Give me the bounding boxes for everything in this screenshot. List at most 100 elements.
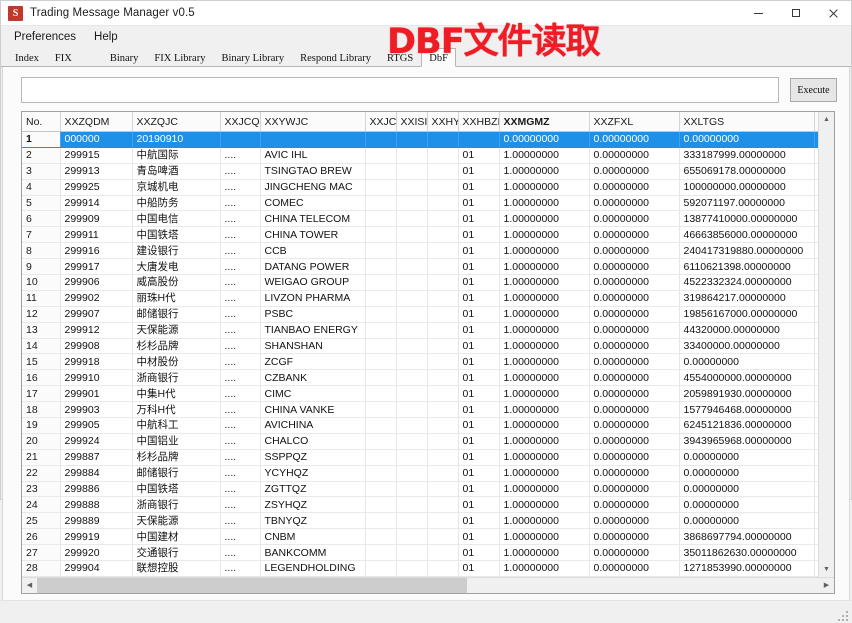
table-row[interactable]: 23 299886 中国铁塔.... ZGTTQZ 01 1.00000000 0.0000… xyxy=(22,481,818,498)
cell-xxzqdm: 299887 xyxy=(60,449,133,466)
table-row[interactable]: 28 299904 联想控股.... LEGENDHOLDING 01 1.0000000… xyxy=(22,560,818,577)
table-row[interactable]: 25 299889 天保能源.... TBNYQZ 01 1.00000000 0.0000… xyxy=(22,512,818,530)
column-header-xxzqjc[interactable]: XXZQJC xyxy=(132,112,221,132)
cell-xxzqdm: 299916 xyxy=(60,242,133,260)
menu-item-preferences[interactable]: Preferences xyxy=(5,29,85,45)
close-button[interactable] xyxy=(814,1,851,25)
cell-xxsnlr: 0.00000000 xyxy=(814,210,818,228)
column-header-xxmgmz[interactable]: XXMGMZ xyxy=(499,112,590,132)
cell-xxzfxl: 0.00000000 xyxy=(589,481,680,498)
scroll-right-arrow-icon[interactable]: ▶ xyxy=(819,578,834,593)
window-controls xyxy=(740,1,851,25)
maximize-button[interactable] xyxy=(777,1,814,25)
cell-xxltgs: 0.00000000 xyxy=(679,465,815,482)
cell-xxsnlr: 0.00000000 xyxy=(814,496,818,514)
table-row[interactable]: 16 299910 浙商银行.... CZBANK 01 1.00000000 0.0000… xyxy=(22,369,818,387)
vertical-scrollbar[interactable]: ▲ ▼ xyxy=(818,112,834,577)
cell-xxltgs: 100000000.00000000 xyxy=(679,179,815,196)
table-row[interactable]: 19 299905 中航科工.... AVICHINA 01 1.00000000 0.00… xyxy=(22,417,818,434)
table-row[interactable]: 14 299908 杉杉品牌.... SHANSHAN 01 1.00000000 0.00… xyxy=(22,338,818,355)
cell-xxzqjc: 中国建材 xyxy=(132,528,221,546)
cell-xxjcq: .... xyxy=(220,465,261,482)
horizontal-scroll-thumb[interactable] xyxy=(37,577,468,593)
cell-no: 4 xyxy=(22,179,61,196)
tab-binary-library[interactable]: Binary Library xyxy=(213,49,292,66)
table-row[interactable]: 4 299925 京城机电.... JINGCHENG MAC 01 1.00000000… xyxy=(22,179,818,196)
table-row[interactable]: 8 299916 建设银行.... CCB 01 1.00000000 0.00000000… xyxy=(22,242,818,260)
column-header-xxhbzi[interactable]: XXHBZI xyxy=(458,112,500,132)
table-row[interactable]: 7 299911 中国铁塔.... CHINA TOWER 01 1.00000000 0.… xyxy=(22,226,818,244)
tab-respond-library[interactable]: Respond Library xyxy=(292,49,379,66)
column-header-xxjc[interactable]: XXJC xyxy=(365,112,397,132)
cell-xxmgmz: 1.00000000 xyxy=(499,274,590,291)
cell-xxhbzi: 01 xyxy=(458,290,500,307)
resize-grip-icon[interactable] xyxy=(837,610,849,622)
cell-xxisi xyxy=(396,179,428,196)
table-row[interactable]: 22 299884 邮储银行.... YCYHQZ 01 1.00000000 0.0000… xyxy=(22,465,818,482)
scroll-left-arrow-icon[interactable]: ◀ xyxy=(22,578,37,593)
command-input[interactable] xyxy=(21,77,779,103)
table-row[interactable]: 9 299917 大唐发电.... DATANG POWER 01 1.00000000 0… xyxy=(22,258,818,276)
table-row[interactable]: 20 299924 中国铝业.... CHALCO 01 1.00000000 0.0000… xyxy=(22,433,818,450)
execute-button[interactable]: Execute xyxy=(790,78,837,102)
table-row[interactable]: 17 299901 中集H代.... CIMC 01 1.00000000 0.000000… xyxy=(22,385,818,403)
table-row[interactable]: 6 299909 中国电信.... CHINA TELECOM 01 1.00000000… xyxy=(22,210,818,228)
cell-xxisi xyxy=(396,163,428,180)
cell-xxhbzi: 01 xyxy=(458,385,500,403)
dbf-data-grid: No. XXZQDM XXZQJC XXJCQ XXYWJC XXJC XXISI XXHY X… xyxy=(21,111,835,594)
tab-index[interactable]: Index xyxy=(7,49,47,66)
cell-xxzfxl: 0.00000000 xyxy=(589,369,680,387)
cell-xxltgs: 0.00000000 xyxy=(679,512,815,530)
table-row[interactable]: 10 299906 威高股份.... WEIGAO GROUP 01 1.00000000… xyxy=(22,274,818,291)
cell-xxhy xyxy=(427,433,459,450)
table-row[interactable]: 15 299918 中材股份.... ZCGF 01 1.00000000 0.000000… xyxy=(22,353,818,371)
column-header-xxzqdm[interactable]: XXZQDM xyxy=(60,112,133,132)
table-row[interactable]: 12 299907 邮储银行.... PSBC 01 1.00000000 0.000000… xyxy=(22,306,818,323)
tab-fix[interactable]: FIX xyxy=(47,49,80,66)
column-header-xxltgs[interactable]: XXLTGS xyxy=(679,112,815,132)
table-row[interactable]: 3 299913 青岛啤酒.... TSINGTAO BREW 01 1.00000000… xyxy=(22,163,818,180)
table-row[interactable]: 27 299920 交通银行.... BANKCOMM 01 1.00000000 0.00… xyxy=(22,544,818,562)
cell-xxmgmz: 1.00000000 xyxy=(499,226,590,244)
tab-fix-library[interactable]: FIX Library xyxy=(146,49,213,66)
scroll-down-arrow-icon[interactable]: ▼ xyxy=(819,562,834,577)
column-header-xxisi[interactable]: XXISI xyxy=(396,112,428,132)
cell-xxhy xyxy=(427,449,459,466)
cell-xxsnlr: 0.00000000 xyxy=(814,528,818,546)
column-header-no[interactable]: No. xyxy=(22,112,61,132)
cell-xxhbzi: 01 xyxy=(458,417,500,434)
cell-no: 9 xyxy=(22,258,61,276)
tab-binary[interactable]: Binary xyxy=(102,49,147,66)
horizontal-scroll-track[interactable] xyxy=(37,577,819,593)
table-row[interactable]: 18 299903 万科H代.... CHINA VANKE 01 1.00000000 0… xyxy=(22,401,818,419)
vertical-scroll-track[interactable] xyxy=(819,127,834,562)
column-header-xxhy[interactable]: XXHY xyxy=(427,112,459,132)
column-header-xxzfxl[interactable]: XXZFXL xyxy=(589,112,680,132)
cell-xxmgmz: 1.00000000 xyxy=(499,163,590,180)
table-row[interactable]: 24 299888 浙商银行.... ZSYHQZ 01 1.00000000 0.0000… xyxy=(22,496,818,514)
table-row[interactable]: 1 000000 20190910 0.00000000 0.00000000 0.000… xyxy=(22,131,818,148)
menu-item-help[interactable]: Help xyxy=(85,29,127,45)
cell-xxjcq: .... xyxy=(220,417,261,434)
horizontal-scrollbar[interactable]: ◀ ▶ xyxy=(22,576,834,593)
table-row[interactable]: 26 299919 中国建材.... CNBM 01 1.00000000 0.000000… xyxy=(22,528,818,546)
cell-xxmgmz: 1.00000000 xyxy=(499,210,590,228)
scroll-up-arrow-icon[interactable]: ▲ xyxy=(819,112,834,127)
cell-xxjc xyxy=(365,131,397,148)
cell-xxsnlr: 0.00000000 xyxy=(814,417,818,434)
column-header-xxsnlr[interactable]: XXSNLR xyxy=(814,112,818,132)
table-row[interactable]: 21 299887 杉杉品牌.... SSPPQZ 01 1.00000000 0.0000… xyxy=(22,449,818,466)
minimize-button[interactable] xyxy=(740,1,777,25)
table-row[interactable]: 11 299902 丽珠H代.... LIVZON PHARMA 01 1.0000000… xyxy=(22,290,818,307)
cell-xxzqdm: 299919 xyxy=(60,528,133,546)
table-row[interactable]: 5 299914 中船防务.... COMEC 01 1.00000000 0.000000… xyxy=(22,195,818,212)
window-title: Trading Message Manager v0.5 xyxy=(30,7,195,19)
cell-xxhbzi: 01 xyxy=(458,147,500,164)
cell-xxltgs: 3943965968.00000000 xyxy=(679,433,815,450)
column-header-xxjcq[interactable]: XXJCQ xyxy=(220,112,261,132)
cell-xxmgmz: 1.00000000 xyxy=(499,242,590,260)
cell-xxisi xyxy=(396,369,428,387)
column-header-xxywjc[interactable]: XXYWJC xyxy=(260,112,366,132)
table-row[interactable]: 13 299912 天保能源.... TIANBAO ENERGY 01 1.000000… xyxy=(22,322,818,339)
table-row[interactable]: 2 299915 中航国际.... AVIC IHL 01 1.00000000 0.000… xyxy=(22,147,818,164)
